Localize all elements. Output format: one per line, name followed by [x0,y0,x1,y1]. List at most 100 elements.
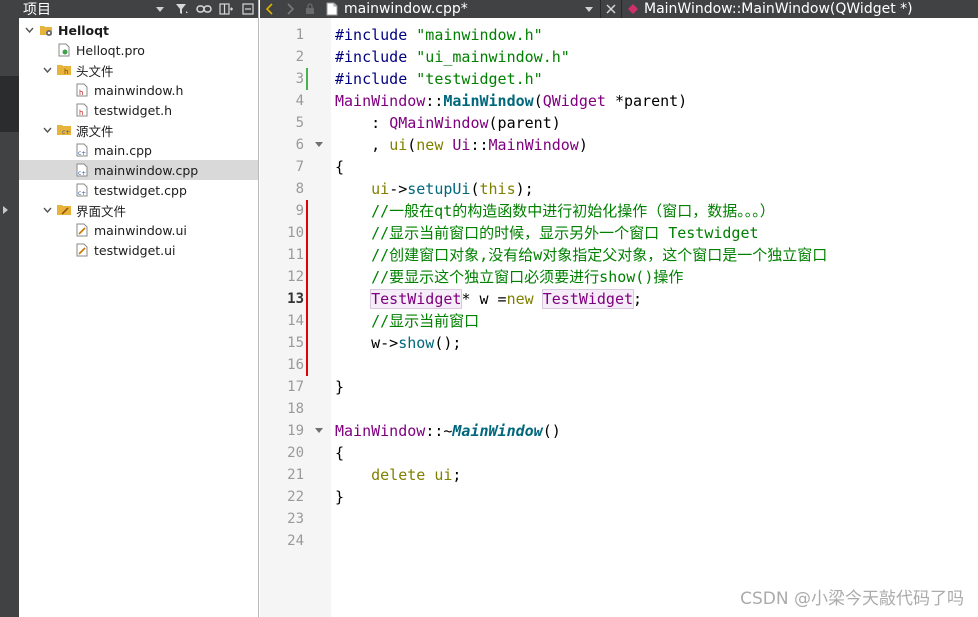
code-token: w-> [335,334,399,352]
code-token: Ui [452,136,471,154]
code-token: new [416,136,453,154]
expand-chevron-icon[interactable] [41,204,53,216]
code-token: { [335,444,345,462]
code-token: //显示当前窗口 [335,312,480,330]
code-token: MainWindow [335,422,426,440]
tree-item[interactable]: c+ main.cpp [19,140,259,160]
code-line: { [335,156,344,178]
header-file-icon: h [75,102,89,118]
line-number: 16 [287,357,304,373]
tree-item-label: mainwindow.h [94,82,184,98]
tree-item[interactable]: Helloqt [19,20,259,40]
code-token: this [479,180,516,198]
link-with-editor-icon[interactable] [193,0,215,18]
fold-marker-icon[interactable] [315,428,323,433]
file-lock-icon [300,0,320,18]
svg-text:c+: c+ [78,170,86,177]
line-number: 17 [287,379,304,395]
line-number: 23 [287,511,304,527]
pane-splitter[interactable] [258,0,259,617]
code-token: ; [452,466,462,484]
tree-item[interactable]: c+ 源文件 [19,120,259,140]
line-number: 8 [295,181,304,197]
code-token: #include [335,70,417,88]
line-number: 13 [287,291,304,307]
line-number-gutter: 1 2 3 4 5 6 7 8 9 10 11 12 13 14 15 16 17 18 19 20 21 22 23 24 [260,18,331,617]
tree-item[interactable]: h testwidget.h [19,100,259,120]
code-token: MainWindow [443,92,534,110]
line-number: 21 [287,467,304,483]
code-token: delete [335,466,435,484]
code-token: TestWidget [541,289,635,309]
tree-item[interactable]: h mainwindow.h [19,80,259,100]
code-token: ui [434,466,453,484]
code-token: MainWindow [452,422,543,440]
pane-view-dropdown-icon[interactable] [155,4,165,14]
expand-chevron-icon[interactable] [23,24,35,36]
code-token: new [506,290,543,308]
line-number: 14 [287,313,304,329]
code-line: w->show(); [335,332,461,354]
fold-marker-icon[interactable] [315,142,323,147]
expand-chevron-icon[interactable] [41,64,53,76]
code-token: MainWindow [335,92,426,110]
document-tab[interactable]: mainwindow.cpp* [320,0,600,18]
tree-item[interactable]: Helloqt.pro [19,40,259,60]
tree-item-label: mainwindow.cpp [94,162,199,178]
close-pane-icon[interactable] [237,0,259,18]
code-line: } [335,376,344,398]
code-token: "testwidget.h" [416,70,543,88]
expand-sidebar-arrow-icon[interactable] [3,206,8,214]
code-token: ; [633,290,643,308]
code-token: ui [335,180,390,198]
code-token: //一般在qt的构造函数中进行初始化操作（窗口，数据。。。） [335,202,775,220]
code-token: ui [389,136,408,154]
document-list-dropdown-icon[interactable] [584,4,594,14]
filter-icon[interactable] [171,0,193,18]
tree-item[interactable]: c+ mainwindow.cpp [19,160,259,180]
change-marker [306,200,308,222]
line-number: 15 [287,335,304,351]
tree-item-label: mainwindow.ui [94,222,187,238]
tree-item-label: testwidget.ui [94,242,176,258]
tree-item[interactable]: testwidget.ui [19,240,259,260]
line-number: 7 [295,159,304,175]
line-number: 24 [287,533,304,549]
code-line: #include "mainwindow.h" [335,24,543,46]
line-number: 19 [287,423,304,439]
mode-selector-strip [0,0,19,617]
tree-item[interactable]: c+ testwidget.cpp [19,180,259,200]
pro-file-icon [57,42,71,58]
tree-item[interactable]: mainwindow.ui [19,220,259,240]
navigate-back-icon[interactable] [260,0,280,18]
code-line: //要显示这个独立窗口必须要进行show()操作 [335,266,683,288]
symbol-selector[interactable]: MainWindow::MainWindow(QWidget *) [622,1,913,17]
line-number: 20 [287,445,304,461]
expand-chevron-icon[interactable] [41,124,53,136]
code-text-area[interactable]: #include "mainwindow.h" #include "ui_main… [331,18,978,617]
split-pane-icon[interactable] [215,0,237,18]
tree-item-label: main.cpp [94,142,152,158]
code-line: ui->setupUi(this); [335,178,534,200]
project-pane: 项目 Helloqt Helloqt.pro h 头文件 h mainwindow.h h t… [19,0,259,617]
editor-tab-bar: mainwindow.cpp* MainWindow::MainWindow(Q… [260,0,978,18]
tree-item[interactable]: 界面文件 [19,200,259,220]
svg-text:h: h [79,109,83,117]
project-pane-toolbar: 项目 [19,0,259,18]
close-document-icon[interactable] [601,4,621,14]
line-number: 4 [295,93,304,109]
code-token: "mainwindow.h" [416,26,543,44]
tree-item[interactable]: h 头文件 [19,60,259,80]
code-token: #include [335,26,417,44]
navigate-forward-icon[interactable] [280,0,300,18]
change-marker [306,288,308,310]
change-marker [306,332,308,354]
tree-item-label: 源文件 [76,123,114,139]
code-token: ); [515,180,534,198]
code-token: ::~ [425,422,453,440]
line-number: 9 [295,203,304,219]
code-token: , [335,136,390,154]
